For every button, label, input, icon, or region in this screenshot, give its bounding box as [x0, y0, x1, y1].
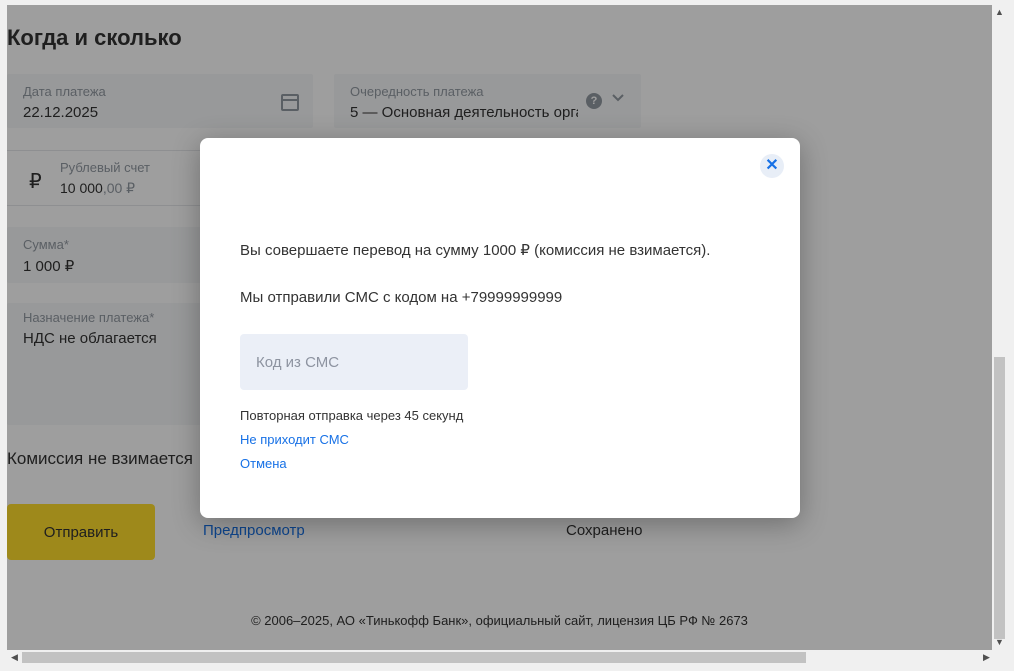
close-icon[interactable]: ✕ — [760, 154, 784, 178]
sms-code-input[interactable] — [240, 334, 468, 390]
scroll-right-icon[interactable]: ▶ — [979, 652, 994, 663]
no-sms-link[interactable]: Не приходит СМС — [240, 432, 349, 447]
scroll-down-icon[interactable]: ▼ — [992, 637, 1007, 647]
sms-confirm-dialog: ✕ Вы совершаете перевод на сумму 1000 ₽ … — [200, 138, 800, 518]
vertical-scrollbar[interactable]: ▲ ▼ — [992, 5, 1007, 650]
scroll-up-icon[interactable]: ▲ — [992, 7, 1007, 17]
sms-sent-text: Мы отправили СМС с кодом на +79999999999 — [240, 289, 563, 306]
transfer-info-text: Вы совершаете перевод на сумму 1000 ₽ (к… — [240, 242, 711, 259]
horizontal-scroll-thumb[interactable] — [22, 652, 806, 663]
cancel-link[interactable]: Отмена — [240, 456, 287, 471]
scroll-left-icon[interactable]: ◀ — [7, 652, 22, 663]
vertical-scroll-thumb[interactable] — [994, 357, 1005, 639]
resend-timer-text: Повторная отправка через 45 секунд — [240, 408, 464, 423]
browser-viewport: Когда и сколько Дата платежа 22.12.2025 … — [0, 0, 1014, 671]
horizontal-scrollbar[interactable]: ◀ ▶ — [7, 650, 992, 665]
